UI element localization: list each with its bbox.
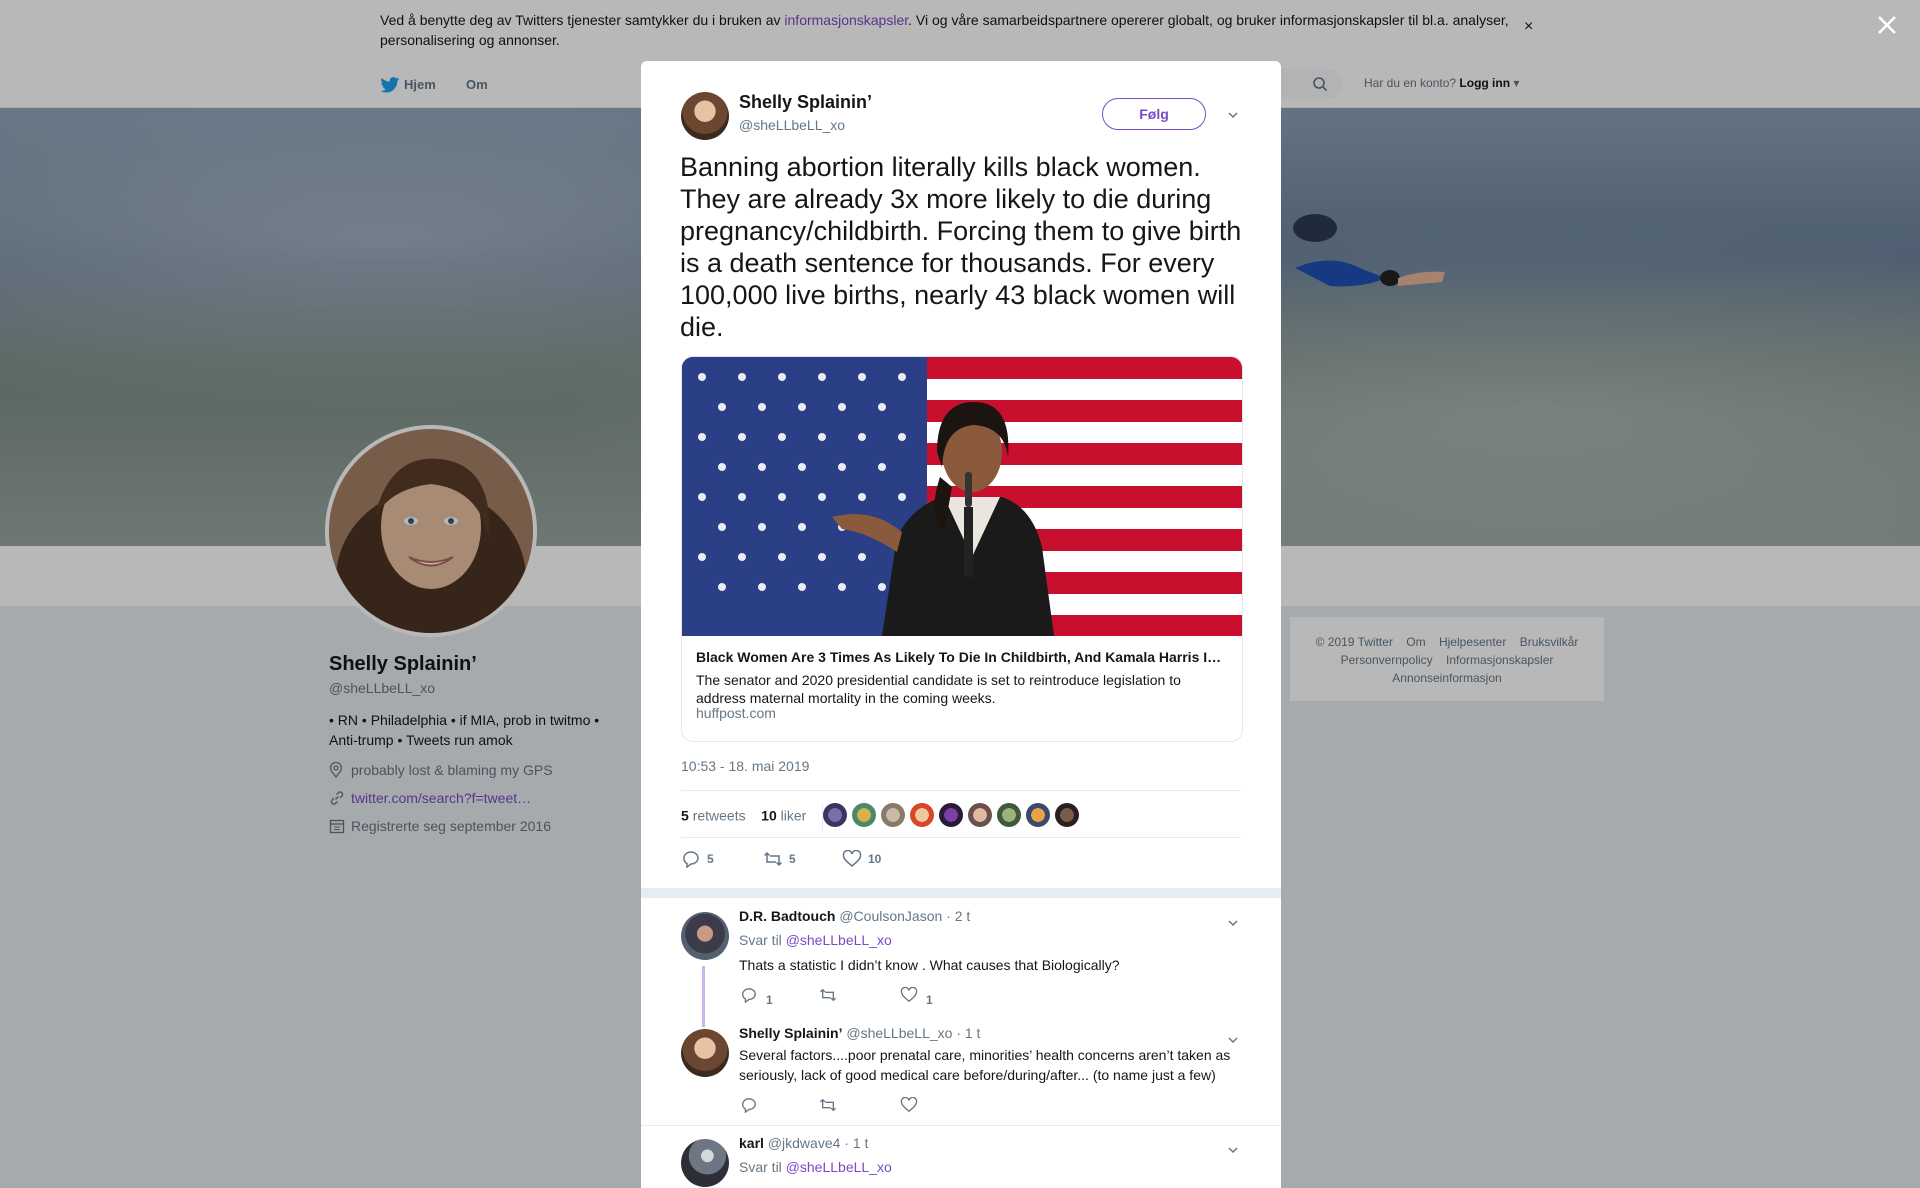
likers-avatars — [823, 803, 1084, 827]
section-divider — [641, 888, 1281, 898]
tweet-timestamp[interactable]: 10:53 - 18. mai 2019 — [681, 758, 809, 774]
card-description: The senator and 2020 presidential candid… — [696, 672, 1181, 706]
stats-divider-bottom — [681, 837, 1241, 838]
card-domain: huffpost.com — [696, 705, 776, 721]
reply-divider — [641, 1125, 1281, 1126]
thread-line — [702, 966, 705, 1027]
reply-avatar[interactable] — [681, 1029, 729, 1077]
liker-avatar[interactable] — [852, 803, 876, 827]
reply-time[interactable]: · 1 t — [956, 1025, 980, 1041]
tweet-modal: Shelly Splainin’ @sheLLbeLL_xo Følg Bann… — [641, 61, 1281, 1188]
follow-button[interactable]: Følg — [1102, 98, 1206, 130]
reply-icon — [683, 851, 699, 869]
retweet-icon — [819, 1098, 837, 1112]
tweet-text: Banning abortion literally kills black w… — [680, 152, 1242, 342]
link-card[interactable]: Black Women Are 3 Times As Likely To Die… — [681, 356, 1243, 742]
reply-header: karl @jkdwave4 · 1 t — [739, 1135, 868, 1151]
like-button[interactable]: 10 — [842, 849, 881, 868]
heart-icon — [842, 849, 862, 867]
like-button[interactable] — [900, 1096, 918, 1116]
reply-icon — [742, 988, 756, 1004]
reply-button[interactable]: 1 — [740, 987, 773, 1007]
heart-icon — [900, 1096, 918, 1113]
chevron-down-icon[interactable] — [1227, 917, 1239, 929]
tweet-stats: 5 retweets 10 liker — [681, 803, 824, 831]
replying-to: Svar til @sheLLbeLL_xo — [739, 1159, 892, 1175]
author-name[interactable]: Shelly Splainin’ — [739, 92, 872, 113]
liker-avatar[interactable] — [881, 803, 905, 827]
heart-icon — [900, 986, 918, 1003]
card-title[interactable]: Black Women Are 3 Times As Likely To Die… — [696, 649, 1226, 665]
card-image — [682, 357, 1242, 636]
reply-icon — [742, 1098, 756, 1114]
reply-author-handle[interactable]: @jkdwave4 — [768, 1135, 841, 1151]
reply-header: D.R. Badtouch @CoulsonJason · 2 t — [739, 908, 970, 924]
replying-to: Svar til @sheLLbeLL_xo — [739, 932, 892, 948]
replying-to-link[interactable]: @sheLLbeLL_xo — [786, 932, 892, 948]
retweet-icon — [819, 988, 837, 1002]
liker-avatar[interactable] — [1055, 803, 1079, 827]
stats-divider-top — [681, 790, 1241, 791]
liker-avatar[interactable] — [997, 803, 1021, 827]
card-image-graphic — [682, 357, 1242, 636]
retweet-button[interactable] — [819, 1097, 837, 1116]
liker-avatar[interactable] — [968, 803, 992, 827]
reply-button[interactable]: 5 — [681, 850, 714, 869]
reply-author-name[interactable]: Shelly Splainin’ — [739, 1025, 842, 1041]
reply-avatar[interactable] — [681, 1139, 729, 1187]
liker-avatar[interactable] — [910, 803, 934, 827]
reply-author-handle[interactable]: @sheLLbeLL_xo — [846, 1025, 952, 1041]
replying-to-link[interactable]: @sheLLbeLL_xo — [786, 1159, 892, 1175]
liker-avatar[interactable] — [1026, 803, 1050, 827]
retweet-button[interactable] — [819, 987, 837, 1006]
reply-time[interactable]: · 1 t — [844, 1135, 868, 1151]
reply-text: Thats a statistic I didn’t know . What c… — [739, 957, 1120, 973]
retweets-stat[interactable]: 5 retweets — [681, 808, 746, 824]
reply-time[interactable]: · 2 t — [946, 908, 970, 924]
author-avatar[interactable] — [681, 92, 729, 140]
reply-text: Several factors....poor prenatal care, m… — [739, 1047, 1231, 1083]
retweet-icon — [763, 851, 783, 867]
liker-avatar[interactable] — [823, 803, 847, 827]
author-handle[interactable]: @sheLLbeLL_xo — [739, 117, 845, 133]
liker-avatar[interactable] — [939, 803, 963, 827]
retweet-button[interactable]: 5 — [763, 850, 796, 868]
chevron-down-icon[interactable] — [1227, 109, 1239, 121]
likes-stat[interactable]: 10 liker — [761, 808, 806, 824]
reply-author-name[interactable]: karl — [739, 1135, 764, 1151]
reply-author-name[interactable]: D.R. Badtouch — [739, 908, 835, 924]
reply-header: Shelly Splainin’ @sheLLbeLL_xo · 1 t — [739, 1025, 980, 1041]
reply-button[interactable] — [740, 1097, 758, 1116]
reply-avatar[interactable] — [681, 912, 729, 960]
close-icon[interactable] — [1873, 11, 1901, 39]
reply-author-handle[interactable]: @CoulsonJason — [839, 908, 942, 924]
like-button[interactable]: 1 — [900, 986, 933, 1007]
chevron-down-icon[interactable] — [1227, 1144, 1239, 1156]
